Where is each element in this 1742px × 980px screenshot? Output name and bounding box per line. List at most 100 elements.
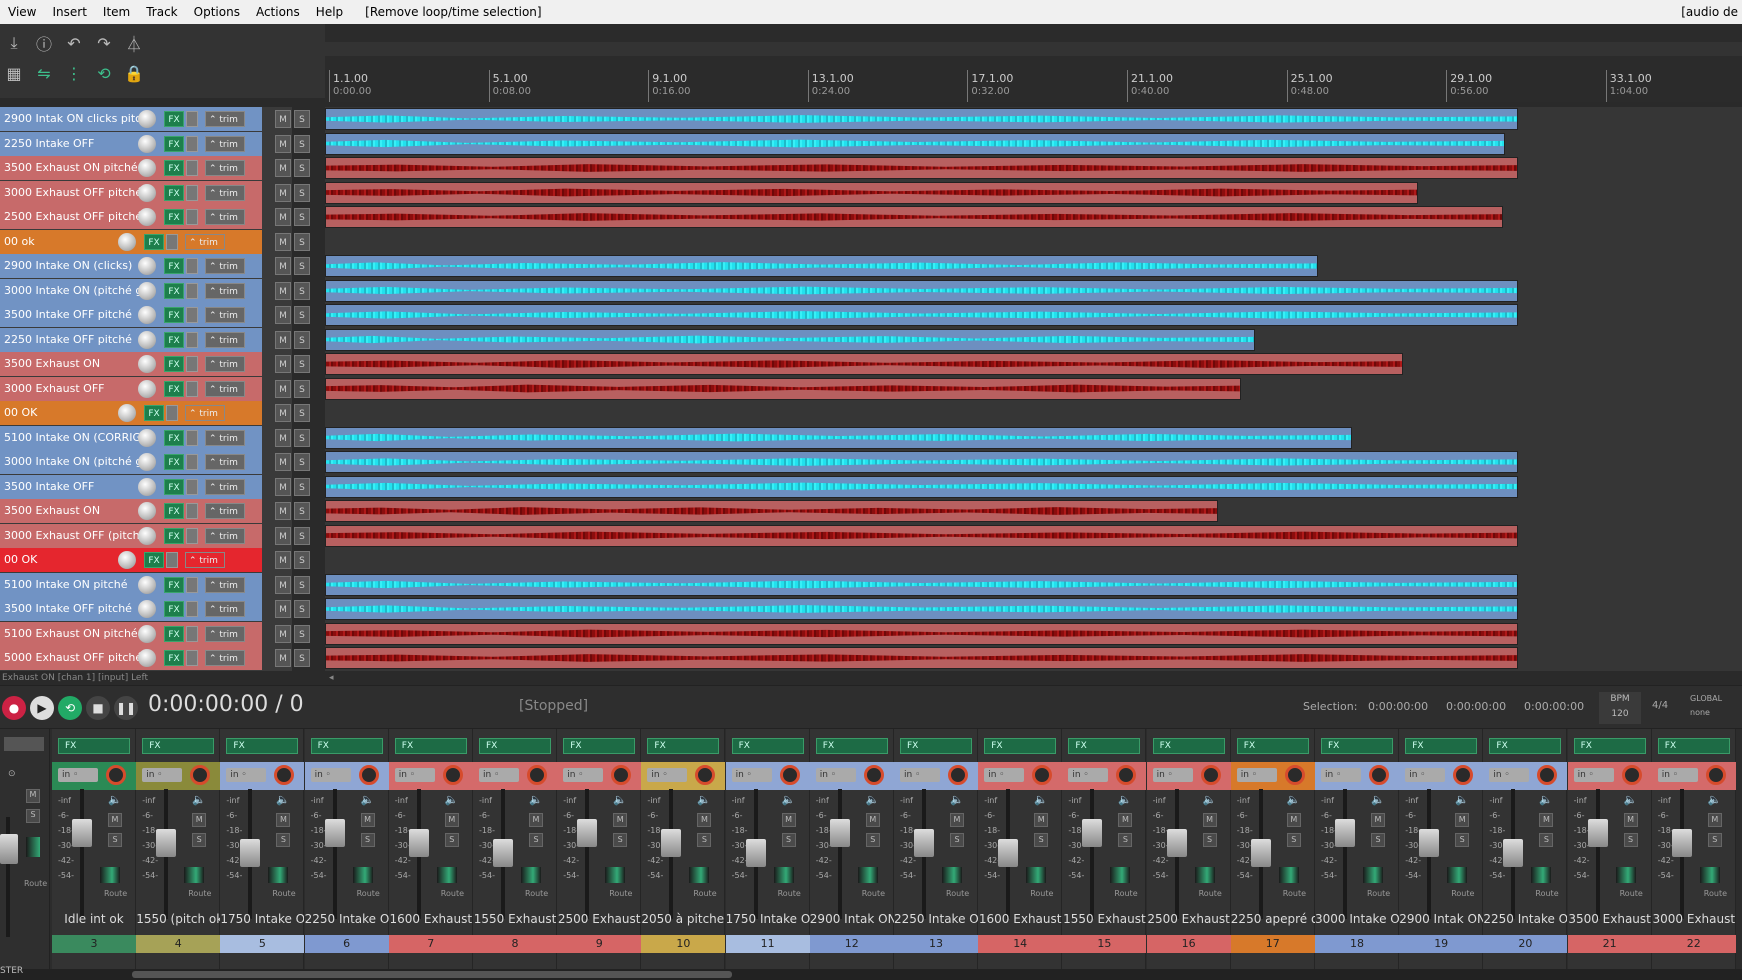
track-name[interactable]: 00 OK: [0, 549, 162, 571]
mixer-strip[interactable]: FX in ◦ -inf -6- -18- -30- -42- -54- 🔈 M S Ro…: [1399, 729, 1484, 969]
strip-mute-button[interactable]: M: [192, 813, 207, 827]
speaker-icon[interactable]: 🔈: [1287, 793, 1301, 806]
mixer-strip[interactable]: FX in ◦ -inf -6- -18- -30- -42- -54- 🔈 M S Ro…: [978, 729, 1063, 969]
strip-name[interactable]: 2050 à pitcher: [641, 912, 725, 926]
strip-solo-button[interactable]: S: [529, 833, 543, 847]
speaker-icon[interactable]: 🔈: [613, 793, 627, 806]
strip-fader[interactable]: [240, 839, 261, 867]
strip-fx-button[interactable]: FX: [900, 738, 972, 754]
track-fx-button[interactable]: FX: [164, 160, 184, 176]
strip-solo-button[interactable]: S: [781, 833, 796, 847]
menu-view[interactable]: View: [0, 0, 44, 24]
media-item[interactable]: [325, 647, 1518, 669]
strip-name[interactable]: 2900 Intak ON: [1399, 912, 1483, 926]
strip-pan-knob[interactable]: [863, 765, 884, 785]
track-volume-knob[interactable]: [138, 355, 156, 373]
strip-route-button[interactable]: Route: [441, 889, 464, 898]
strip-fx-button[interactable]: FX: [1236, 738, 1309, 754]
track-mute-button[interactable]: M: [275, 477, 291, 496]
track-trim-button[interactable]: ⌃ trim: [205, 209, 245, 225]
track-fx-button[interactable]: FX: [164, 650, 184, 666]
track-trim-button[interactable]: ⌃ trim: [185, 233, 225, 250]
media-item[interactable]: [325, 500, 1218, 522]
strip-route-button[interactable]: Route: [1451, 889, 1474, 898]
track-trim-button[interactable]: ⌃ trim: [205, 625, 245, 642]
strip-fader[interactable]: [829, 819, 850, 847]
mixer-strip[interactable]: FX in ◦ -inf -6- -18- -30- -42- -54- 🔈 M S Ro…: [641, 729, 726, 969]
mixer-scroll-thumb[interactable]: [132, 971, 732, 978]
master-fx-button[interactable]: [4, 737, 44, 751]
scroll-left-icon[interactable]: ◂: [329, 673, 339, 683]
track-solo-button[interactable]: S: [294, 159, 310, 177]
track-name[interactable]: 00 ok: [0, 231, 162, 253]
track-fx-button[interactable]: FX: [164, 503, 184, 519]
strip-input-button[interactable]: in ◦: [1068, 768, 1109, 782]
strip-solo-button[interactable]: S: [1202, 833, 1217, 847]
strip-input-button[interactable]: in ◦: [1657, 768, 1698, 782]
track-trim-button[interactable]: ⌃ trim: [205, 601, 245, 617]
strip-solo-button[interactable]: S: [950, 833, 964, 847]
track-volume-knob[interactable]: [138, 649, 156, 667]
track-header[interactable]: 2250 Intake OFF pitché FX ⌃ trim M S: [0, 327, 310, 352]
track-lane[interactable]: [325, 450, 1742, 474]
strip-mute-button[interactable]: M: [697, 813, 712, 827]
strip-name[interactable]: 2250 Intake O: [1483, 912, 1567, 926]
strip-fader[interactable]: [156, 829, 177, 857]
strip-fader[interactable]: [661, 829, 682, 857]
track-volume-knob[interactable]: [138, 428, 156, 447]
track-lane[interactable]: [325, 279, 1742, 303]
mixer-strip[interactable]: FX in ◦ -inf -6- -18- -30- -42- -54- 🔈 M S Ro…: [473, 729, 557, 969]
track-header[interactable]: 5100 Intake ON pitché FX ⌃ trim M S: [0, 572, 310, 597]
strip-mute-button[interactable]: M: [529, 813, 543, 827]
media-item[interactable]: [325, 353, 1403, 375]
track-header[interactable]: 3500 Intake OFF FX ⌃ trim M S: [0, 474, 310, 499]
strip-input-button[interactable]: in ◦: [1405, 768, 1446, 782]
mixer-strip[interactable]: FX in ◦ -inf -6- -18- -30- -42- -54- 🔈 M S Ro…: [136, 729, 221, 969]
media-item[interactable]: [325, 426, 1352, 449]
track-volume-knob[interactable]: [138, 477, 156, 496]
strip-fader[interactable]: [998, 839, 1019, 867]
track-mute-button[interactable]: M: [275, 183, 291, 202]
stop-button[interactable]: ■: [86, 696, 110, 720]
track-trim-button[interactable]: ⌃ trim: [185, 552, 225, 568]
track-mute-button[interactable]: M: [275, 600, 291, 618]
strip-mute-button[interactable]: M: [1286, 813, 1301, 827]
strip-input-button[interactable]: in ◦: [815, 768, 856, 782]
track-header[interactable]: 5100 Intake ON (CORRIG FX ⌃ trim M S: [0, 425, 310, 450]
strip-solo-button[interactable]: S: [1034, 833, 1049, 847]
strip-mute-button[interactable]: M: [1034, 813, 1049, 827]
strip-route-button[interactable]: Route: [609, 889, 632, 898]
strip-input-button[interactable]: in ◦: [394, 768, 435, 782]
strip-solo-button[interactable]: S: [613, 833, 628, 847]
speaker-icon[interactable]: 🔈: [1539, 793, 1553, 806]
track-lane[interactable]: [325, 548, 1742, 572]
track-fx-bypass-button[interactable]: [186, 478, 198, 495]
track-fx-bypass-button[interactable]: [186, 282, 198, 299]
strip-name[interactable]: 1550 Exhaust: [1062, 912, 1146, 926]
mixer-strip[interactable]: FX in ◦ -inf -6- -18- -30- -42- -54- 🔈 M S Ro…: [1062, 729, 1147, 969]
strip-input-button[interactable]: in ◦: [310, 768, 351, 782]
snap-icon[interactable]: ⋮: [62, 61, 86, 85]
mixer-strip[interactable]: FX in ◦ -inf -6- -18- -30- -42- -54- 🔈 M S Ro…: [1146, 729, 1231, 969]
menu-help[interactable]: Help: [308, 0, 351, 24]
strip-fx-button[interactable]: FX: [226, 738, 299, 754]
track-solo-button[interactable]: S: [294, 379, 310, 398]
strip-solo-button[interactable]: S: [1118, 833, 1133, 847]
mixer-strip[interactable]: FX in ◦ -inf -6- -18- -30- -42- -54- 🔈 M S Ro…: [304, 729, 389, 969]
track-fx-button[interactable]: FX: [164, 601, 184, 617]
track-fx-bypass-button[interactable]: [186, 184, 198, 201]
strip-fx-button[interactable]: FX: [731, 738, 804, 754]
record-button[interactable]: ●: [2, 696, 26, 720]
selection-end[interactable]: 0:00:00:00: [1446, 700, 1506, 713]
strip-name[interactable]: 2500 Exhaust: [1147, 912, 1231, 926]
track-lane[interactable]: [325, 303, 1742, 327]
track-solo-button[interactable]: S: [294, 600, 310, 618]
strip-mute-button[interactable]: M: [444, 813, 459, 827]
strip-name[interactable]: 2250 apepré o: [1231, 912, 1315, 926]
strip-fader[interactable]: [1250, 839, 1271, 867]
strip-solo-button[interactable]: S: [360, 833, 375, 847]
track-header[interactable]: 5100 Exhaust ON pitché FX ⌃ trim M S: [0, 621, 310, 646]
strip-fader[interactable]: [1166, 829, 1187, 857]
metronome-icon[interactable]: ⏃: [122, 31, 146, 55]
track-header[interactable]: 2900 Intak ON clicks pitc FX ⌃ trim M S: [0, 107, 310, 131]
